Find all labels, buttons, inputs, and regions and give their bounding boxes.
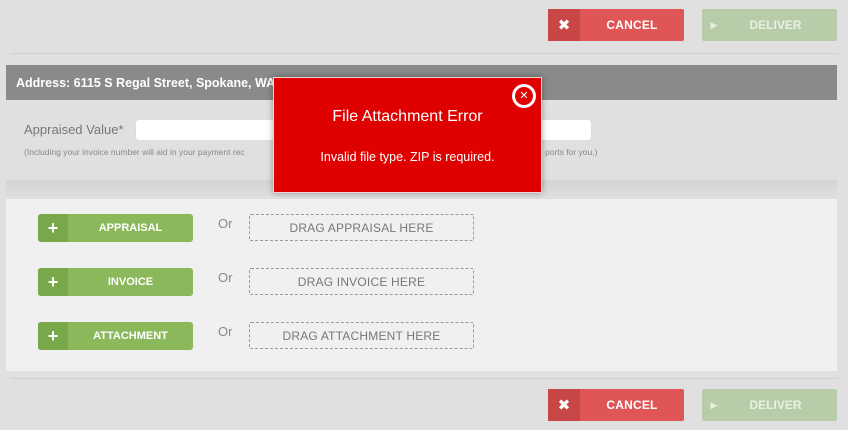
- add-appraisal-label: APPRAISAL: [98, 222, 163, 234]
- divider: [10, 53, 838, 54]
- cancel-button-top[interactable]: ✖ CANCEL: [548, 9, 684, 41]
- add-invoice-button[interactable]: + INVOICE: [38, 268, 193, 296]
- modal-title: File Attachment Error: [332, 108, 483, 125]
- modal-message: Invalid file type. ZIP is required.: [320, 150, 495, 164]
- play-icon: ▶: [710, 399, 718, 410]
- cancel-button-bottom[interactable]: ✖ CANCEL: [548, 389, 684, 421]
- appraisal-drop-zone[interactable]: DRAG APPRAISAL HERE: [249, 214, 474, 241]
- deliver-button-top[interactable]: ▶ DELIVER: [702, 9, 837, 41]
- cancel-label: CANCEL: [606, 398, 658, 412]
- attachment-drop-zone[interactable]: DRAG ATTACHMENT HERE: [249, 322, 474, 349]
- close-circle-icon[interactable]: ✕: [512, 84, 536, 108]
- add-attachment-button[interactable]: + ATTACHMENT: [38, 322, 193, 350]
- add-appraisal-button[interactable]: + APPRAISAL: [38, 214, 193, 242]
- plus-icon: +: [38, 268, 68, 296]
- x-icon: ✖: [548, 9, 580, 41]
- plus-icon: +: [38, 322, 68, 350]
- close-icon: ✕: [515, 87, 533, 105]
- or-label: Or: [218, 216, 233, 231]
- play-icon: ▶: [710, 19, 718, 30]
- helper-text-end: ports for you.): [545, 147, 598, 157]
- cancel-label: CANCEL: [606, 18, 658, 32]
- invoice-drop-zone[interactable]: DRAG INVOICE HERE: [249, 268, 474, 295]
- or-label: Or: [218, 324, 233, 339]
- or-label: Or: [218, 270, 233, 285]
- file-attachment-error-modal: ✕ File Attachment Error Invalid file typ…: [273, 77, 542, 193]
- helper-text: (Including your invoice number will aid …: [24, 147, 245, 157]
- deliver-label: DELIVER: [749, 18, 802, 32]
- add-attachment-label: ATTACHMENT: [93, 330, 168, 342]
- appraised-value-label: Appraised Value*: [24, 122, 124, 137]
- address-text: Address: 6115 S Regal Street, Spokane, W…: [16, 75, 290, 90]
- divider: [10, 378, 838, 379]
- plus-icon: +: [38, 214, 68, 242]
- x-icon: ✖: [548, 389, 580, 421]
- deliver-label: DELIVER: [749, 398, 802, 412]
- add-invoice-label: INVOICE: [107, 276, 154, 288]
- deliver-button-bottom[interactable]: ▶ DELIVER: [702, 389, 837, 421]
